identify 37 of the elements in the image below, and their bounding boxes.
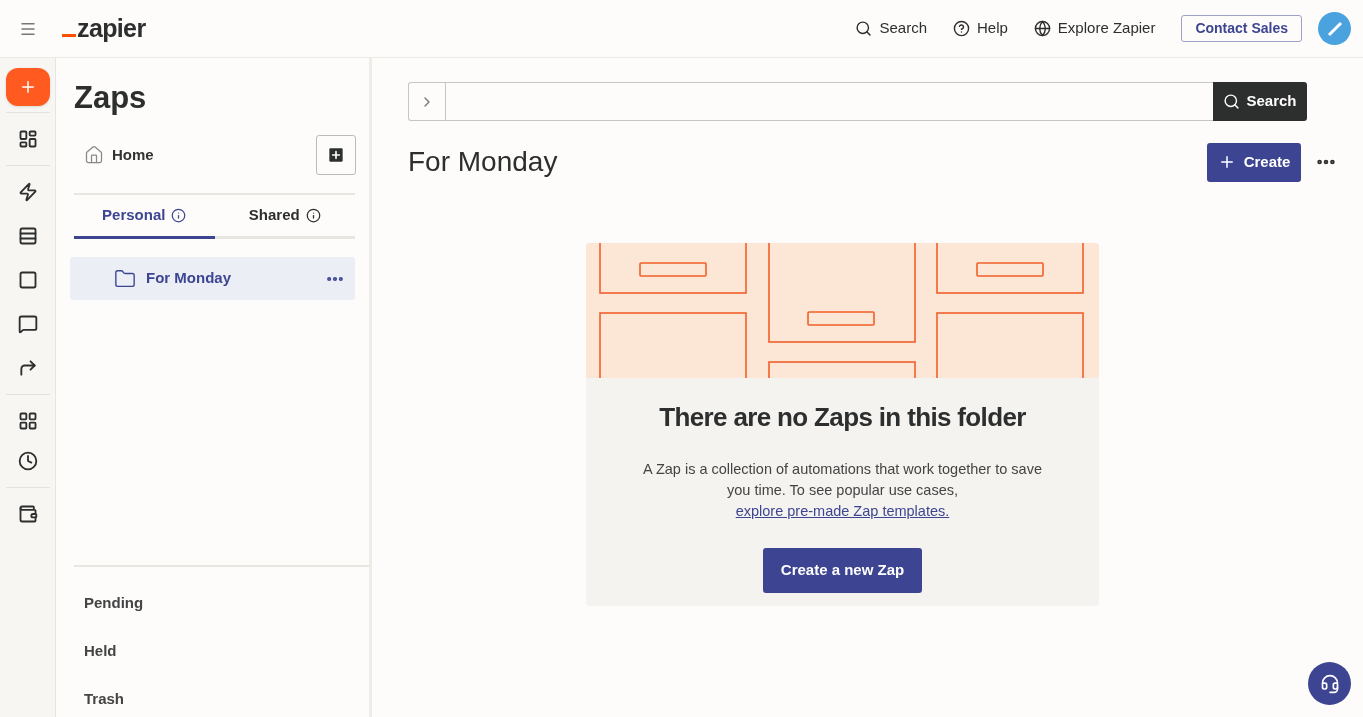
folder-item[interactable]: For Monday [70, 257, 355, 300]
empty-state-heading: There are no Zaps in this folder [659, 401, 1026, 434]
sidebar-link[interactable]: Trash [84, 687, 369, 711]
globe-icon [1033, 20, 1051, 37]
folder-title: For Monday [408, 145, 559, 179]
sidebar-link[interactable]: Held [84, 639, 369, 663]
zapier-logo[interactable]: zapier [62, 16, 146, 41]
support-button[interactable] [1308, 662, 1351, 705]
empty-state-description: A Zap is a collection of automations that work together to save you time. To see popular use cases, explore pre-made Zap templates. [642, 460, 1043, 521]
slash-icon [1325, 19, 1344, 38]
sidebar-title: Zaps [74, 82, 148, 113]
info-icon [305, 208, 321, 223]
headset-icon [1319, 673, 1340, 694]
home-link[interactable]: Home [84, 143, 154, 167]
search-field[interactable] [408, 82, 1213, 121]
search-icon [1223, 93, 1241, 110]
create-button[interactable]: Create [1207, 142, 1301, 182]
avatar[interactable] [1318, 12, 1351, 45]
folder-icon [114, 267, 136, 290]
add-folder-button[interactable] [316, 135, 356, 175]
nav-link[interactable]: Explore Zapier [1033, 17, 1156, 40]
plus-icon [326, 145, 346, 165]
folder-tab[interactable]: Personal [74, 195, 215, 239]
nav-link[interactable]: Help [953, 17, 1008, 40]
search-button[interactable]: Search [1213, 82, 1307, 121]
sidebar-link[interactable]: Pending [84, 591, 369, 615]
folder-label: For Monday [146, 268, 232, 289]
search-icon [855, 20, 873, 37]
create-zap-button[interactable]: Create a new Zap [763, 548, 922, 593]
help-icon [953, 20, 970, 37]
contact-sales-button[interactable]: Contact Sales [1181, 15, 1302, 42]
info-icon [171, 208, 187, 223]
templates-link[interactable]: explore pre-made Zap templates. [735, 503, 950, 519]
folder-tab[interactable]: Shared [214, 195, 355, 239]
nav-link[interactable]: Search [855, 17, 927, 40]
create-plus-button[interactable] [5, 68, 50, 106]
house-icon [84, 145, 104, 165]
